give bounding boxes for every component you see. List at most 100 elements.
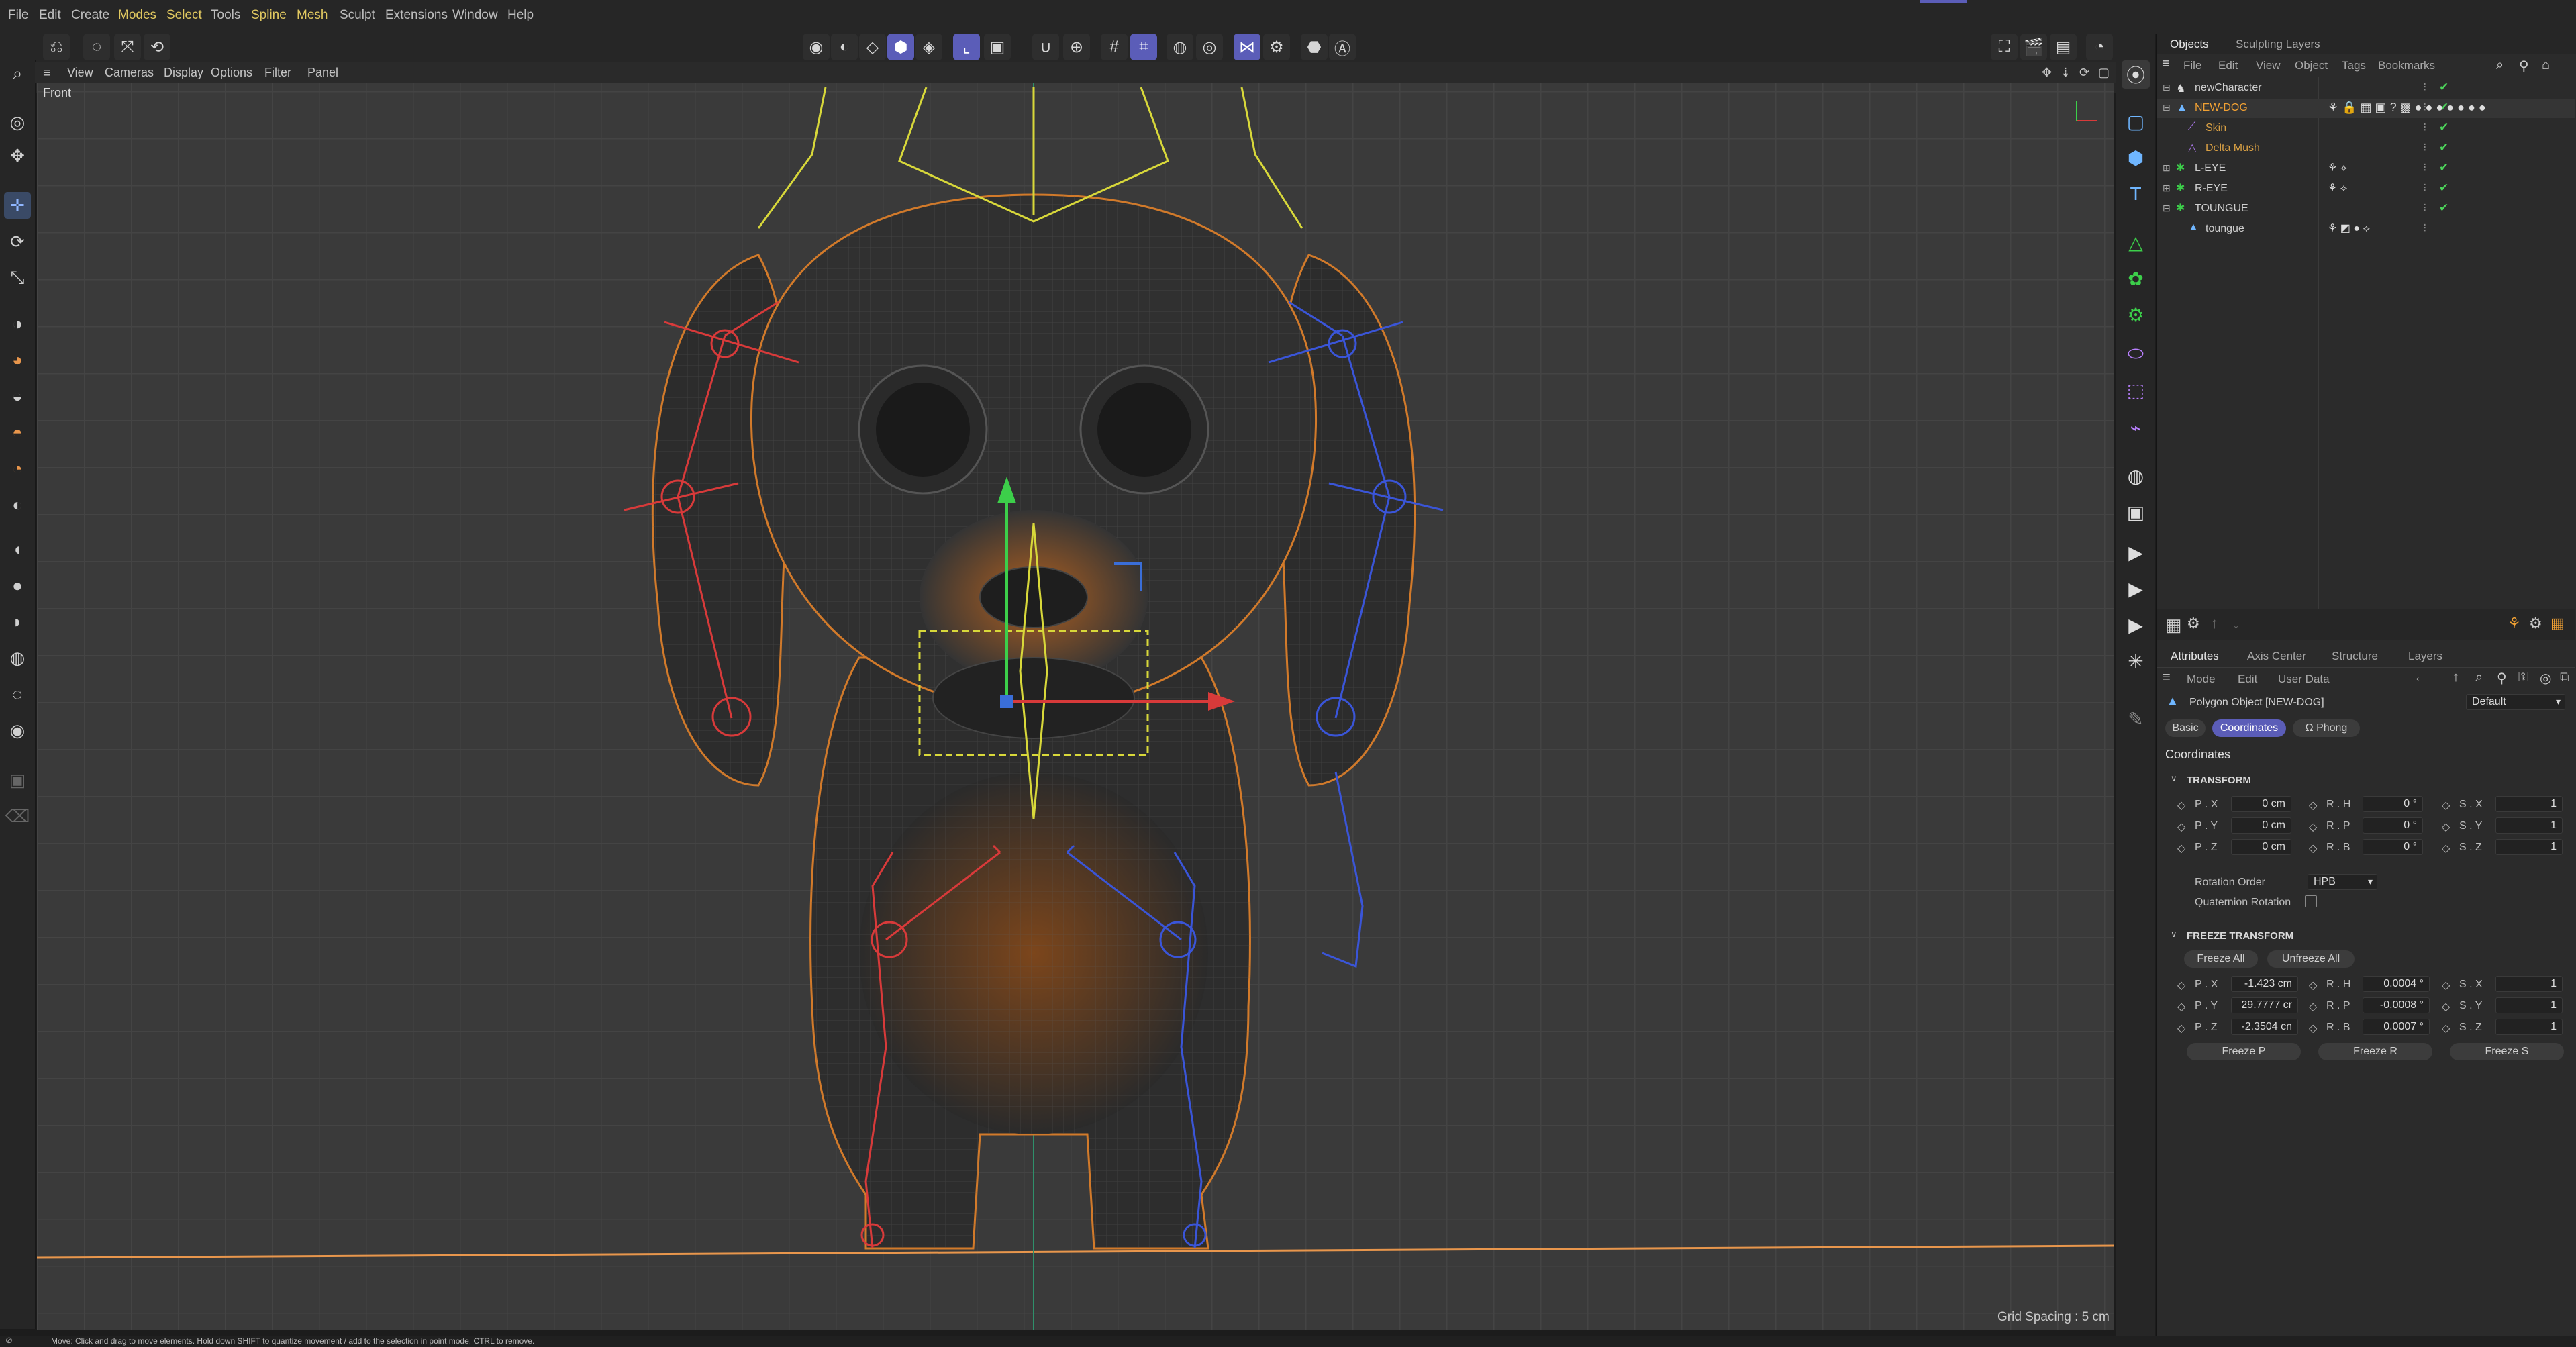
workplane-icon[interactable]: ◍ (1167, 34, 1193, 60)
model-mode-icon[interactable]: ◉ (803, 34, 830, 60)
locked-workplane-icon[interactable]: ◎ (1196, 34, 1223, 60)
keyframe-icon[interactable]: ◇ (2309, 1021, 2317, 1035)
vp-zoom-icon[interactable]: ⇣ (2061, 66, 2071, 80)
keyframe-icon[interactable]: ◇ (2177, 842, 2185, 855)
magnet-icon[interactable]: ∪ (1032, 34, 1059, 60)
menu-create[interactable]: Create (71, 8, 109, 23)
expand-icon[interactable]: ⊟ (2163, 203, 2171, 214)
menu-mesh[interactable]: Mesh (297, 8, 328, 23)
visibility-icon[interactable]: ⁝ (2423, 161, 2426, 174)
vp-menu-view[interactable]: View (67, 66, 93, 80)
freeze-all-button[interactable]: Freeze All (2184, 950, 2258, 968)
layout-up-icon[interactable]: ↑ (2211, 615, 2218, 632)
move-tool-icon[interactable]: ⤧ (114, 34, 141, 60)
freeze-s-y-field[interactable]: 1 (2495, 997, 2563, 1013)
text-icon[interactable]: T (2122, 180, 2150, 208)
selection-icon[interactable]: ◎ (4, 109, 31, 136)
field-icon[interactable]: ⬚ (2122, 376, 2150, 404)
menu-sculpt[interactable]: Sculpt (340, 8, 375, 23)
eraser-icon[interactable]: ⌫ (4, 803, 31, 830)
enabled-check-icon[interactable]: ✔ (2439, 121, 2448, 134)
light-icon[interactable]: ✳ (2122, 647, 2150, 675)
scale-icon[interactable]: ⤡ (4, 264, 31, 291)
vp-pan-icon[interactable]: ✥ (2042, 66, 2052, 80)
object-row-new-dog[interactable]: ⊟ ▲ NEW-DOG ⁝ ✔ ⚘ 🔒 ▦ ▣ ? ▩ ● ● ● ● ● ● … (2157, 99, 2575, 118)
enabled-check-icon[interactable]: ✔ (2439, 161, 2448, 174)
keyframe-icon[interactable]: ◇ (2309, 1000, 2317, 1013)
visibility-icon[interactable]: ⁝ (2423, 121, 2426, 134)
points-mode-icon[interactable]: ◇ (859, 34, 886, 60)
keyframe-icon[interactable]: ◇ (2442, 799, 2450, 812)
collapse-icon[interactable]: ∨ (2171, 773, 2177, 784)
enabled-check-icon[interactable]: ✔ (2439, 201, 2448, 215)
tab-structure[interactable]: Structure (2332, 650, 2378, 663)
expand-icon[interactable]: ⊞ (2163, 183, 2171, 194)
attr-lock-icon[interactable]: ⚿ (2518, 670, 2528, 685)
object-manager-icon[interactable]: ⦿ (2122, 60, 2150, 89)
objects-menu-object[interactable]: Object (2295, 59, 2328, 72)
menu-extensions[interactable]: Extensions (385, 8, 448, 23)
brush-pull-icon[interactable]: ◒ (4, 383, 31, 409)
menu-spline[interactable]: Spline (251, 8, 287, 23)
bake-icon[interactable]: ▣ (4, 766, 31, 793)
expand-icon[interactable]: ⊞ (2163, 162, 2171, 174)
attr-menu-mode[interactable]: Mode (2187, 672, 2216, 686)
enabled-check-icon[interactable]: ✔ (2439, 141, 2448, 154)
tab-layers[interactable]: Layers (2408, 650, 2442, 663)
tab-objects[interactable]: Objects (2170, 38, 2209, 51)
rotation-order-dropdown[interactable]: HPB ▾ (2308, 874, 2377, 890)
move-icon[interactable]: ✛ (4, 192, 31, 219)
menu-edit[interactable]: Edit (39, 8, 61, 23)
unfreeze-all-button[interactable]: Unfreeze All (2267, 950, 2355, 968)
object-row-newcharacter[interactable]: ⊟ ♞ newCharacter ⁝ ✔ (2157, 79, 2575, 98)
attr-hamburger-icon[interactable]: ≡ (2163, 670, 2171, 685)
attr-menu-user-data[interactable]: User Data (2278, 672, 2330, 686)
attr-back-icon[interactable]: ← (2414, 670, 2427, 685)
freeze-r-button[interactable]: Freeze R (2318, 1043, 2432, 1060)
keyframe-icon[interactable]: ◇ (2177, 1021, 2185, 1035)
magnifier-icon[interactable]: ⌕ (4, 60, 31, 87)
keyframe-icon[interactable]: ◇ (2442, 979, 2450, 992)
vp-menu-cameras[interactable]: Cameras (105, 66, 154, 80)
keyframe-icon[interactable]: ◇ (2442, 1000, 2450, 1013)
keyframe-icon[interactable]: ◇ (2177, 799, 2185, 812)
keyframe-icon[interactable]: ◇ (2177, 979, 2185, 992)
layout-gear-icon[interactable]: ⚙ (2529, 615, 2542, 632)
menu-help[interactable]: Help (507, 8, 534, 23)
layout-nodes-icon[interactable]: ⚘ (2508, 615, 2521, 632)
attr-filter-icon[interactable]: ⚲ (2497, 670, 2507, 687)
enabled-check-icon[interactable]: ✔ (2439, 181, 2448, 195)
p-y-field[interactable]: 0 cm (2231, 817, 2291, 834)
render-settings-icon[interactable]: ◔ (2086, 34, 2113, 60)
keyframe-icon[interactable]: ◇ (2309, 979, 2317, 992)
freeze-p-button[interactable]: Freeze P (2187, 1043, 2301, 1060)
layout-settings-icon[interactable]: ⚙ (2187, 615, 2200, 632)
symmetry-settings-icon[interactable]: ⚙ (1263, 34, 1290, 60)
freeze-p-x-field[interactable]: -1.423 cm (2231, 976, 2298, 992)
visibility-icon[interactable]: ⁝ (2423, 181, 2426, 195)
vp-rotate-icon[interactable]: ⟳ (2079, 66, 2089, 80)
expand-icon[interactable]: ⊟ (2163, 102, 2171, 113)
object-row-toungue[interactable]: ▲ toungue ⁝ ⚘ ◩ ● ⟡ (2157, 220, 2575, 239)
attr-search-icon[interactable]: ⌕ (2475, 670, 2483, 685)
brush-inflate-icon[interactable]: ◔ (4, 455, 31, 482)
axis-mode-icon[interactable]: ⌞ (953, 34, 980, 60)
freeze-r-p-field[interactable]: -0.0008 ° (2363, 997, 2430, 1013)
objects-search-icon[interactable]: ⌕ (2496, 58, 2504, 73)
p-z-field[interactable]: 0 cm (2231, 839, 2291, 855)
tag-icons[interactable]: ⚘ ⟡ (2328, 161, 2347, 174)
brush-relax-icon[interactable]: ◉ (4, 717, 31, 744)
objects-menu-view[interactable]: View (2256, 59, 2281, 72)
undo-icon[interactable]: ⎌ (43, 34, 70, 60)
symmetry-icon[interactable]: ⋈ (1234, 34, 1260, 60)
objects-home-icon[interactable]: ⌂ (2542, 58, 2550, 73)
subtab-phong[interactable]: Ω Phong (2293, 719, 2360, 737)
layout-window-icon[interactable]: ▦ (2550, 615, 2565, 632)
interactive-render-icon[interactable]: Ⓐ (1329, 34, 1356, 60)
keyframe-icon[interactable]: ◇ (2442, 820, 2450, 834)
visibility-icon[interactable]: ⁝ (2423, 141, 2426, 154)
objects-menu-bookmarks[interactable]: Bookmarks (2378, 59, 2435, 72)
deformer-icon[interactable]: ⬭ (2122, 340, 2150, 368)
polygons-mode-icon[interactable]: ⬢ (887, 34, 914, 60)
effector-icon[interactable]: ⚙ (2122, 301, 2150, 329)
